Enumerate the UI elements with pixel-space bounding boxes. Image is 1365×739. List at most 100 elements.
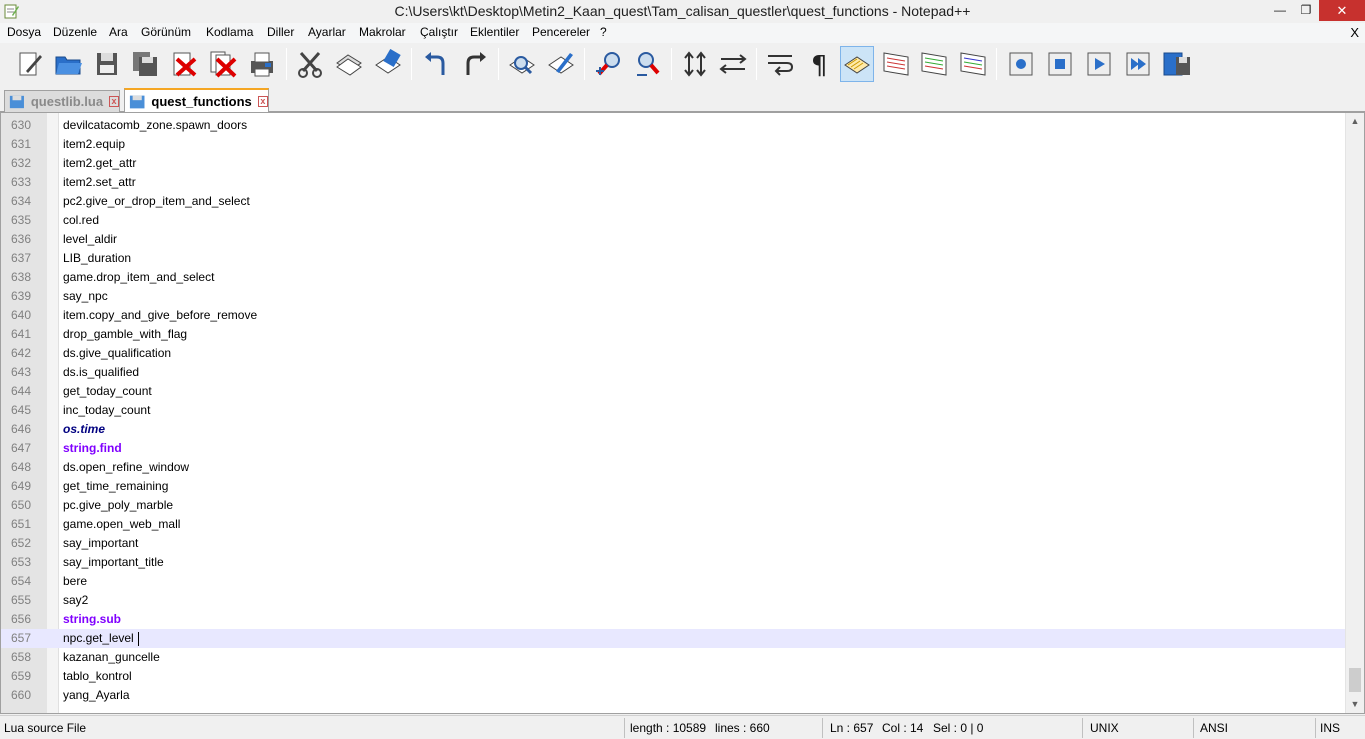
menu-kodlama[interactable]: Kodlama — [206, 25, 253, 39]
stop-recording-button[interactable] — [1043, 46, 1077, 82]
code-line[interactable]: 631 item2.equip — [1, 135, 1345, 154]
scroll-up-arrow-icon[interactable]: ▲ — [1346, 113, 1364, 130]
zoom-out-button[interactable] — [631, 46, 665, 82]
code-line[interactable]: 641 drop_gamble_with_flag — [1, 325, 1345, 344]
code-text[interactable]: bere — [63, 572, 87, 591]
code-line[interactable]: 656 string.sub — [1, 610, 1345, 629]
menu-pencereler[interactable]: Pencereler — [532, 25, 590, 39]
menu-gorunum[interactable]: Görünüm — [141, 25, 191, 39]
menu-help[interactable]: ? — [600, 25, 607, 39]
zoom-in-button[interactable] — [592, 46, 626, 82]
code-line[interactable]: 655 say2 — [1, 591, 1345, 610]
tab-close-icon[interactable]: x — [257, 96, 268, 107]
tab-questlib-lua[interactable]: questlib.lua x — [4, 90, 120, 112]
vertical-scrollbar[interactable]: ▲ ▼ — [1345, 113, 1364, 713]
code-line[interactable]: 634 pc2.give_or_drop_item_and_select — [1, 192, 1345, 211]
code-text[interactable]: col.red — [63, 211, 99, 230]
copy-button[interactable] — [332, 46, 366, 82]
undo-button[interactable] — [419, 46, 453, 82]
code-text[interactable]: item2.get_attr — [63, 154, 136, 173]
close-window-button[interactable]: ✕ — [1319, 0, 1365, 21]
code-line[interactable]: 658 kazanan_guncelle — [1, 648, 1345, 667]
code-line[interactable]: 633 item2.set_attr — [1, 173, 1345, 192]
code-line[interactable]: 640 item.copy_and_give_before_remove — [1, 306, 1345, 325]
print-button[interactable] — [245, 46, 279, 82]
record-macro-button[interactable] — [1004, 46, 1038, 82]
code-text[interactable]: LIB_duration — [63, 249, 131, 268]
save-button[interactable] — [90, 46, 124, 82]
open-file-button[interactable] — [51, 46, 85, 82]
code-text[interactable]: say_npc — [63, 287, 108, 306]
minimize-button[interactable]: — — [1267, 0, 1293, 21]
menu-ayarlar[interactable]: Ayarlar — [308, 25, 346, 39]
menu-duzenle[interactable]: Düzenle — [53, 25, 97, 39]
menu-makrolar[interactable]: Makrolar — [359, 25, 406, 39]
code-text[interactable]: yang_Ayarla — [63, 686, 130, 705]
menu-ara[interactable]: Ara — [109, 25, 128, 39]
code-line[interactable]: 653 say_important_title — [1, 553, 1345, 572]
code-line[interactable]: 636 level_aldir — [1, 230, 1345, 249]
code-text[interactable]: get_time_remaining — [63, 477, 168, 496]
code-line[interactable]: 649 get_time_remaining — [1, 477, 1345, 496]
code-text[interactable]: pc2.give_or_drop_item_and_select — [63, 192, 250, 211]
code-text[interactable]: ds.give_qualification — [63, 344, 171, 363]
code-text[interactable]: item2.set_attr — [63, 173, 136, 192]
document-map-button[interactable] — [879, 46, 913, 82]
menu-diller[interactable]: Diller — [267, 25, 294, 39]
code-line[interactable]: 659 tablo_kontrol — [1, 667, 1345, 686]
paste-button[interactable] — [371, 46, 405, 82]
code-text[interactable]: get_today_count — [63, 382, 152, 401]
sync-horizontal-button[interactable] — [716, 46, 750, 82]
code-line[interactable]: 644 get_today_count — [1, 382, 1345, 401]
code-line[interactable]: 638 game.drop_item_and_select — [1, 268, 1345, 287]
code-line[interactable]: 646 os.time — [1, 420, 1345, 439]
scrollbar-thumb[interactable] — [1349, 668, 1361, 692]
code-text[interactable]: drop_gamble_with_flag — [63, 325, 187, 344]
code-line[interactable]: 632 item2.get_attr — [1, 154, 1345, 173]
code-text[interactable]: game.open_web_mall — [63, 515, 180, 534]
redo-button[interactable] — [458, 46, 492, 82]
code-line[interactable]: 654 bere — [1, 572, 1345, 591]
code-line[interactable]: 637 LIB_duration — [1, 249, 1345, 268]
code-text[interactable]: ds.open_refine_window — [63, 458, 189, 477]
editor-pane[interactable]: 630 devilcatacomb_zone.spawn_doors 631 item… — [0, 112, 1365, 714]
code-line[interactable]: 639 say_npc — [1, 287, 1345, 306]
sync-vertical-button[interactable] — [678, 46, 712, 82]
code-line[interactable]: 648 ds.open_refine_window — [1, 458, 1345, 477]
close-document-button[interactable]: X — [1350, 25, 1359, 40]
code-text[interactable]: tablo_kontrol — [63, 667, 132, 686]
code-lines[interactable]: 630 devilcatacomb_zone.spawn_doors 631 item… — [1, 116, 1345, 705]
menu-eklentiler[interactable]: Eklentiler — [470, 25, 519, 39]
code-text[interactable]: string.sub — [63, 610, 121, 629]
folder-workspace-button[interactable] — [956, 46, 990, 82]
code-line[interactable]: 642 ds.give_qualification — [1, 344, 1345, 363]
menu-dosya[interactable]: Dosya — [7, 25, 41, 39]
code-line[interactable]: 630 devilcatacomb_zone.spawn_doors — [1, 116, 1345, 135]
code-text[interactable]: ds.is_qualified — [63, 363, 139, 382]
code-text[interactable]: say_important_title — [63, 553, 164, 572]
code-text[interactable]: os.time — [63, 420, 105, 439]
code-line[interactable]: 645 inc_today_count — [1, 401, 1345, 420]
code-line[interactable]: 650 pc.give_poly_marble — [1, 496, 1345, 515]
code-text[interactable]: string.find — [63, 439, 122, 458]
close-all-button[interactable] — [206, 46, 240, 82]
menu-calistir[interactable]: Çalıştır — [420, 25, 458, 39]
code-text[interactable]: item.copy_and_give_before_remove — [63, 306, 257, 325]
close-file-button[interactable] — [167, 46, 201, 82]
new-file-button[interactable] — [12, 46, 46, 82]
code-text[interactable]: pc.give_poly_marble — [63, 496, 173, 515]
code-line[interactable]: 652 say_important — [1, 534, 1345, 553]
code-line[interactable]: 635 col.red — [1, 211, 1345, 230]
scroll-down-arrow-icon[interactable]: ▼ — [1346, 696, 1364, 713]
code-text[interactable]: devilcatacomb_zone.spawn_doors — [63, 116, 247, 135]
function-list-button[interactable] — [917, 46, 951, 82]
code-text[interactable]: item2.equip — [63, 135, 125, 154]
code-text[interactable]: kazanan_guncelle — [63, 648, 160, 667]
play-macro-button[interactable] — [1082, 46, 1116, 82]
cut-button[interactable] — [293, 46, 327, 82]
maximize-button[interactable]: ❐ — [1293, 0, 1319, 21]
show-all-chars-button[interactable]: ¶ — [801, 46, 835, 82]
code-line[interactable]: 660 yang_Ayarla — [1, 686, 1345, 705]
current-line[interactable]: 657 npc.get_level — [1, 629, 1345, 648]
tab-close-icon[interactable]: x — [109, 96, 119, 107]
